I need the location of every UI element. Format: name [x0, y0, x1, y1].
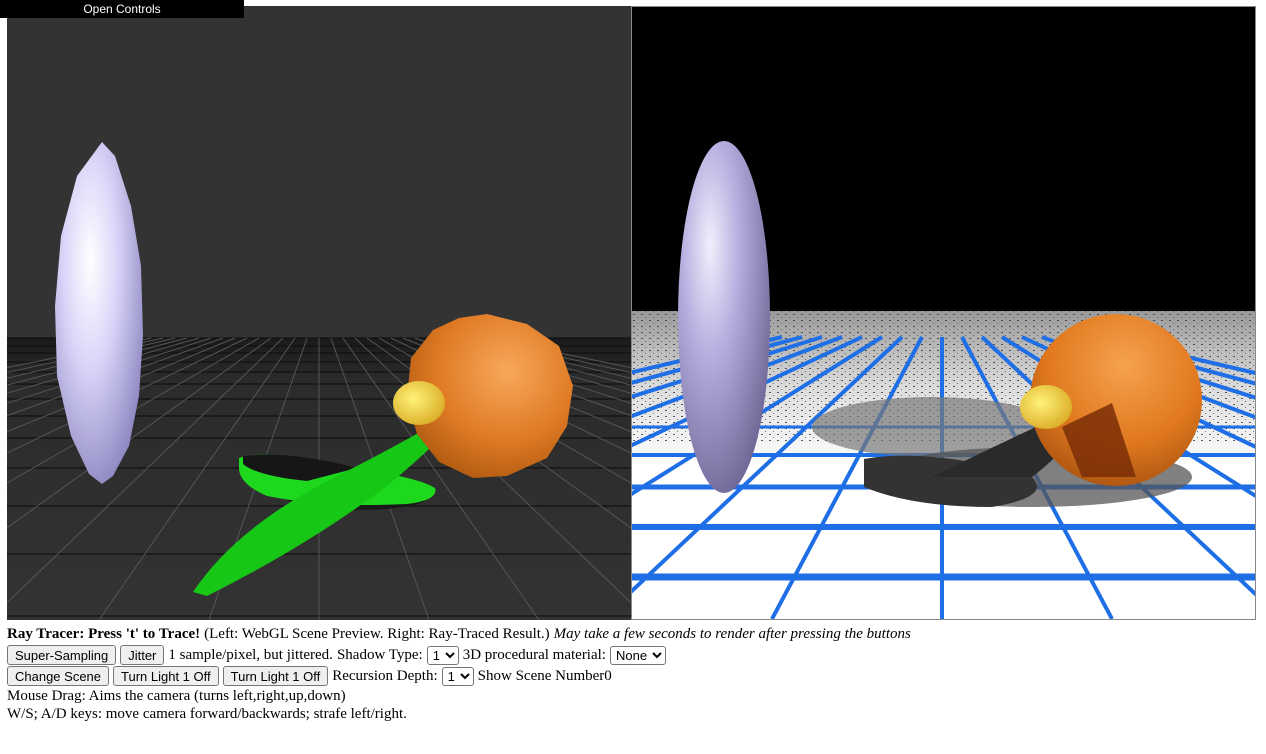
- light1-toggle-button[interactable]: Turn Light 1 Off: [113, 666, 219, 686]
- controls-row-2: Change Scene Turn Light 1 Off Turn Light…: [7, 666, 1266, 686]
- open-controls-button[interactable]: Open Controls: [0, 0, 244, 18]
- material-label: 3D procedural material:: [462, 647, 606, 663]
- ellipsoid-shape: [678, 141, 770, 493]
- controls-row-1: Super-Sampling Jitter 1 sample/pixel, bu…: [7, 645, 1266, 665]
- description: (Left: WebGL Scene Preview. Right: Ray-T…: [204, 626, 550, 642]
- light2-toggle-button[interactable]: Turn Light 1 Off: [222, 666, 329, 686]
- controls-panel: Ray Tracer: Press 't' to Trace! (Left: W…: [7, 624, 1266, 723]
- yellow-sphere: [393, 381, 445, 425]
- scene-number-label: Show Scene Number0: [477, 668, 612, 684]
- material-select[interactable]: None: [609, 645, 666, 665]
- supersampling-button[interactable]: Super-Sampling: [7, 645, 117, 665]
- change-scene-button[interactable]: Change Scene: [7, 666, 110, 686]
- recursion-depth-select[interactable]: 1: [441, 666, 474, 686]
- shadow-type-select[interactable]: 1: [426, 645, 459, 665]
- raytraced-canvas: [631, 6, 1256, 620]
- header-row: Ray Tracer: Press 't' to Trace! (Left: W…: [7, 624, 1266, 644]
- recursion-depth-label: Recursion Depth:: [332, 668, 438, 684]
- jitter-button[interactable]: Jitter: [120, 645, 165, 665]
- yellow-sphere: [1020, 385, 1072, 429]
- shadow-type-label: Shadow Type:: [336, 647, 423, 663]
- sampling-status: 1 sample/pixel, but jittered.: [168, 647, 333, 663]
- webgl-preview-canvas[interactable]: [7, 6, 631, 620]
- render-note: May take a few seconds to render after p…: [553, 626, 911, 642]
- help-mouse: Mouse Drag: Aims the camera (turns left,…: [7, 687, 346, 704]
- page-title: Ray Tracer: Press 't' to Trace!: [7, 626, 201, 642]
- help-keys: W/S; A/D keys: move camera forward/backw…: [7, 706, 407, 722]
